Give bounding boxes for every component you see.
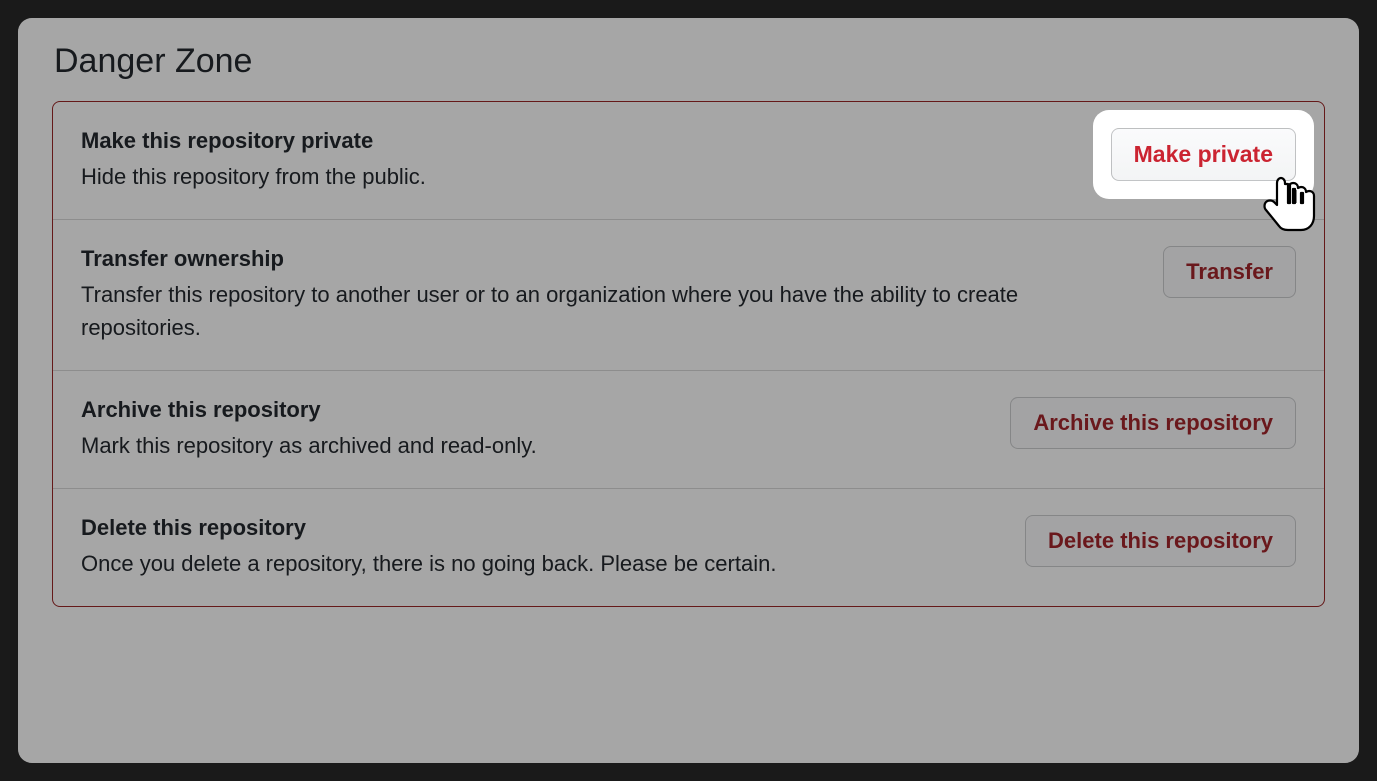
settings-panel: Danger Zone Make this repository private… xyxy=(18,18,1359,763)
archive-title: Archive this repository xyxy=(81,397,990,423)
delete-button[interactable]: Delete this repository xyxy=(1025,515,1296,567)
make-private-title: Make this repository private xyxy=(81,128,1091,154)
make-private-desc: Hide this repository from the public. xyxy=(81,160,1091,193)
transfer-title: Transfer ownership xyxy=(81,246,1143,272)
make-private-button[interactable]: Make private xyxy=(1111,128,1296,181)
danger-zone-box: Make this repository private Hide this r… xyxy=(52,101,1325,607)
delete-title: Delete this repository xyxy=(81,515,1005,541)
make-private-row: Make this repository private Hide this r… xyxy=(53,102,1324,220)
transfer-row: Transfer ownership Transfer this reposit… xyxy=(53,220,1324,371)
delete-row: Delete this repository Once you delete a… xyxy=(53,489,1324,606)
transfer-desc: Transfer this repository to another user… xyxy=(81,278,1143,344)
archive-button[interactable]: Archive this repository xyxy=(1010,397,1296,449)
danger-zone-heading: Danger Zone xyxy=(54,42,1325,81)
delete-desc: Once you delete a repository, there is n… xyxy=(81,547,1005,580)
transfer-button[interactable]: Transfer xyxy=(1163,246,1296,298)
archive-row: Archive this repository Mark this reposi… xyxy=(53,371,1324,489)
archive-desc: Mark this repository as archived and rea… xyxy=(81,429,990,462)
